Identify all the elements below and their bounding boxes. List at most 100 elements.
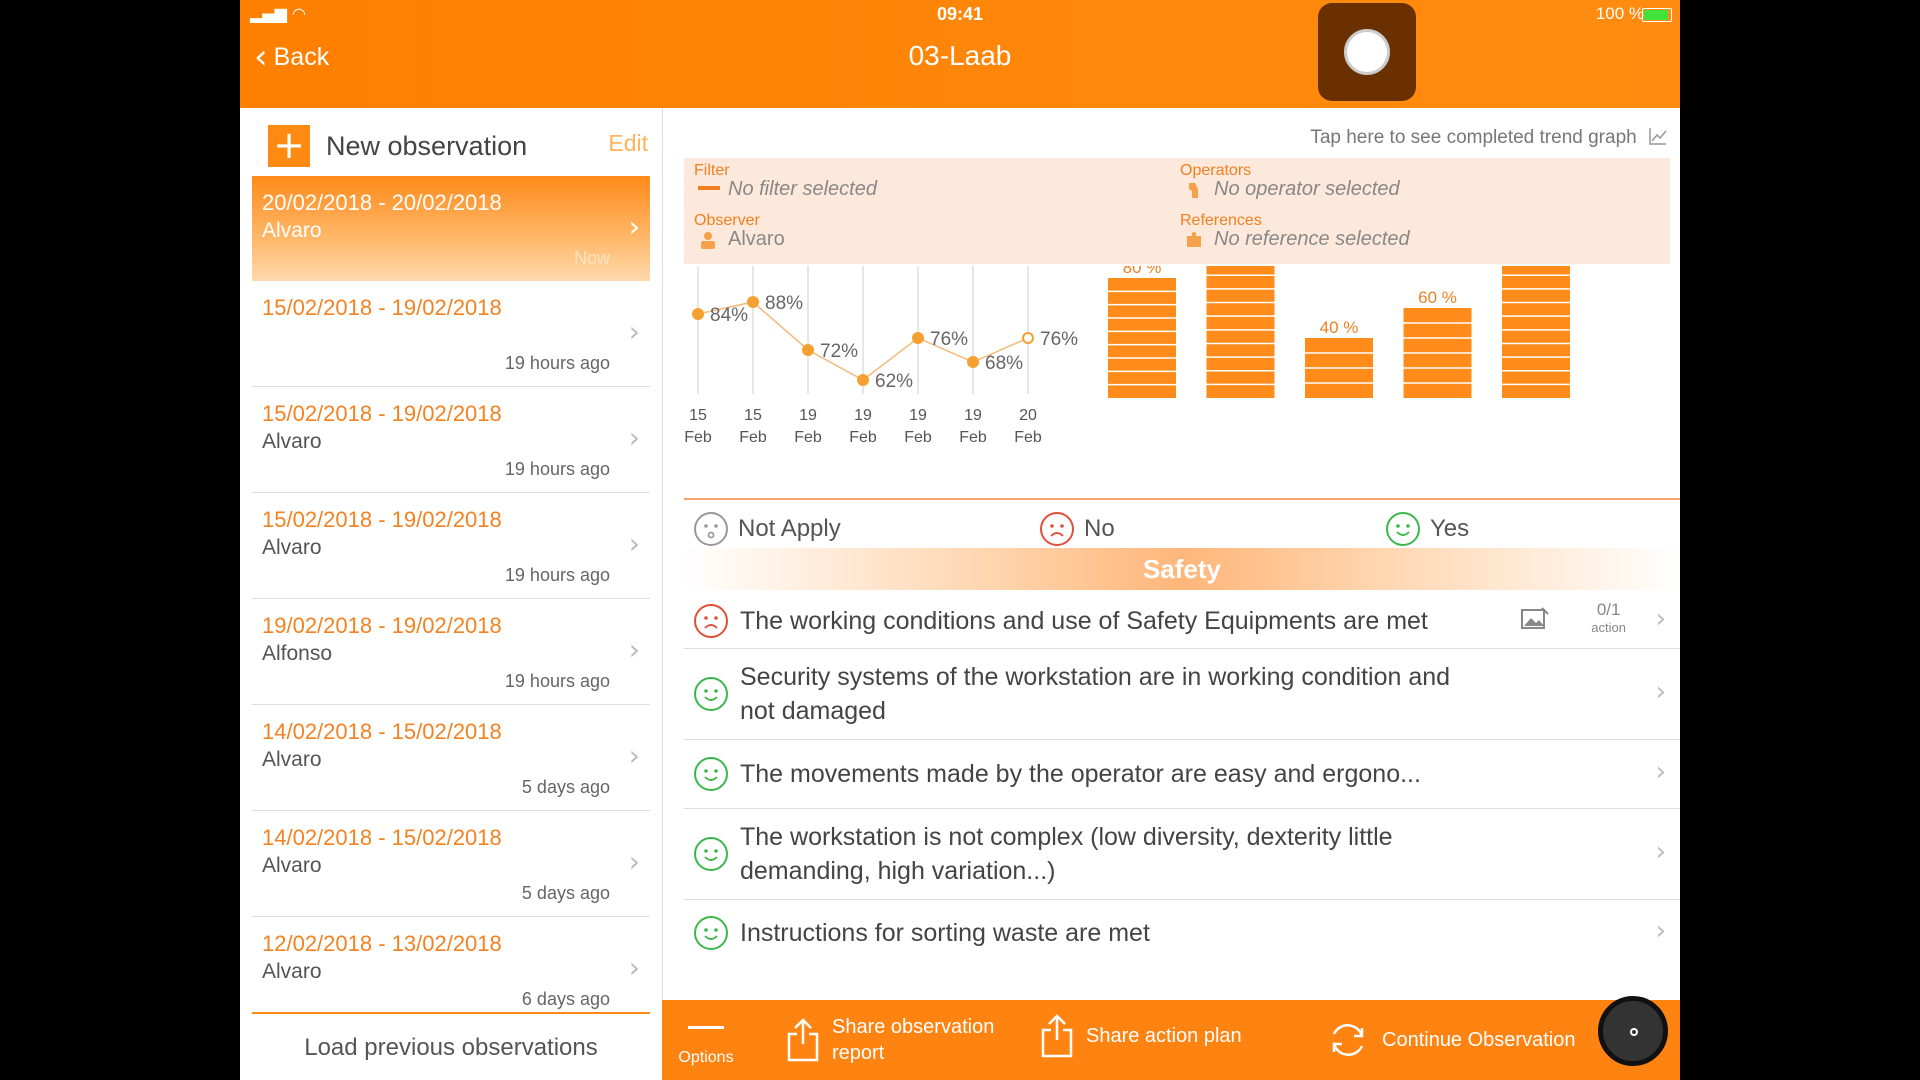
legend-no: No — [1040, 512, 1115, 546]
chevron-right-icon: › — [1655, 757, 1666, 787]
item-date: 20/02/2018 - 20/02/2018 — [262, 190, 502, 215]
app-window: ▂▄▆ ◠ 09:41 100 % ‹ Back 03-Laab + New o… — [240, 0, 1680, 1080]
item-date: 14/02/2018 - 15/02/2018 — [262, 825, 502, 850]
chevron-right-icon: › — [628, 527, 640, 560]
x-tick-label: 19 — [854, 407, 872, 424]
answer-legend: Not Apply No Yes — [684, 502, 1680, 554]
question-text: Instructions for sorting waste are met — [740, 919, 1150, 947]
share-report-label: Share observation report — [832, 1016, 995, 1064]
options-label: Options — [678, 1049, 734, 1066]
data-point — [747, 296, 759, 308]
list-item[interactable]: 14/02/2018 - 15/02/2018 Alvaro 5 days ag… — [252, 811, 650, 917]
operators-value: No operator selected — [1214, 178, 1400, 200]
list-item[interactable]: 20/02/2018 - 20/02/2018 Alvaro Now › — [252, 176, 650, 281]
edit-button[interactable]: Edit — [608, 130, 648, 157]
question-row[interactable]: Instructions for sorting waste are met › — [684, 900, 1680, 968]
question-row[interactable]: The movements made by the operator are e… — [684, 740, 1680, 809]
x-tick-label: 19 — [964, 407, 982, 424]
top-bar: ▂▄▆ ◠ 09:41 100 % ‹ Back 03-Laab — [240, 0, 1680, 108]
trend-line-chart[interactable]: 84%15Feb88%15Feb72%19Feb62%19Feb76%19Feb… — [684, 266, 1680, 504]
item-observer: Alvaro — [262, 536, 322, 559]
item-observer: Alfonso — [262, 642, 333, 665]
image-icon[interactable] — [1520, 606, 1550, 632]
list-item[interactable]: 15/02/2018 - 19/02/2018 Alvaro 19 hours … — [252, 493, 650, 599]
chevron-right-icon: › — [628, 315, 640, 348]
observation-list-panel: + New observation Edit 20/02/2018 - 20/0… — [240, 108, 663, 1080]
menu-bar-icon — [688, 1026, 724, 1029]
filter-value: No filter selected — [728, 178, 877, 200]
section-header-safety: Safety — [684, 548, 1680, 590]
page-title: 03-Laab — [908, 40, 1012, 71]
sad-face-icon — [694, 604, 728, 638]
data-label: 76% — [930, 329, 968, 350]
data-label: 88% — [765, 293, 803, 314]
question-row[interactable]: Security systems of the workstation are … — [684, 649, 1680, 740]
legend-yes-label: Yes — [1430, 515, 1470, 542]
assistive-touch-button[interactable] — [1598, 996, 1668, 1066]
action-count-value: 0/1 — [1596, 600, 1621, 619]
chevron-right-icon: › — [628, 951, 640, 984]
bar — [1502, 266, 1570, 398]
action-count-label: action — [1591, 620, 1626, 635]
happy-face-icon — [1386, 512, 1420, 546]
bar — [1108, 278, 1176, 398]
charts-area: 84% 15 Feb 88% 15 Feb 72% 19 Feb 62% 19 Feb 76% 19 Feb… — [684, 266, 1680, 504]
x-tick-label: Feb — [849, 429, 877, 446]
happy-face-icon — [694, 757, 728, 791]
share-action-plan-button[interactable]: Share action plan — [1040, 1014, 1242, 1058]
share-report-button[interactable]: Share observation report — [786, 1014, 1002, 1066]
minus-icon — [698, 186, 720, 190]
new-observation-button[interactable]: + New observation — [268, 124, 648, 168]
list-item[interactable]: 12/02/2018 - 13/02/2018 Alvaro 6 days ag… — [252, 917, 650, 1022]
person-icon — [701, 232, 715, 249]
load-previous-button[interactable]: Load previous observations — [252, 1012, 650, 1062]
question-text: Security systems of the workstation are … — [740, 663, 1451, 725]
data-point — [692, 308, 704, 320]
observation-list: 20/02/2018 - 20/02/2018 Alvaro Now › 15/… — [252, 176, 650, 1022]
item-observer: Alvaro — [262, 748, 322, 771]
observation-detail-panel: Tap here to see completed trend graph Fi… — [664, 108, 1680, 1000]
item-time-ago: 19 hours ago — [504, 671, 610, 691]
happy-face-icon — [694, 837, 728, 871]
question-text: The workstation is not complex (low dive… — [740, 823, 1393, 885]
trend-chart-icon — [1649, 128, 1667, 145]
data-label: 62% — [875, 371, 913, 392]
chevron-right-icon: › — [1655, 916, 1666, 946]
chevron-right-icon: › — [628, 633, 640, 666]
x-tick-label: 15 — [744, 407, 762, 424]
question-row[interactable]: The working conditions and use of Safety… — [684, 594, 1680, 649]
chevron-right-icon: › — [628, 210, 640, 243]
neutral-face-icon — [694, 512, 728, 546]
item-time-ago: Now — [573, 248, 610, 268]
item-time-ago: 19 hours ago — [504, 565, 610, 585]
share-action-label: Share action plan — [1086, 1025, 1242, 1047]
list-item[interactable]: 19/02/2018 - 19/02/2018 Alfonso 19 hours… — [252, 599, 650, 705]
puzzle-icon — [1187, 232, 1201, 247]
question-text: The movements made by the operator are e… — [740, 760, 1421, 788]
list-item[interactable]: 15/02/2018 - 19/02/2018 19 hours ago › — [252, 281, 650, 387]
list-item[interactable]: 14/02/2018 - 15/02/2018 Alvaro 5 days ag… — [252, 705, 650, 811]
sad-face-icon — [1040, 512, 1074, 546]
item-observer: Alvaro — [262, 219, 322, 242]
x-tick-label: 20 — [1019, 407, 1037, 424]
options-button[interactable]: Options — [676, 1000, 736, 1067]
observer-value: Alvaro — [728, 228, 785, 250]
share-icon — [1041, 1014, 1073, 1058]
data-label: 84% — [710, 305, 748, 326]
continue-observation-button[interactable]: Continue Observation — [1326, 1018, 1575, 1062]
chevron-right-icon: › — [628, 739, 640, 772]
bottom-toolbar: Options Share observation report Share a… — [662, 1000, 1680, 1080]
screen-record-button[interactable] — [1318, 3, 1416, 101]
references-value: No reference selected — [1214, 228, 1410, 250]
divider — [684, 498, 1680, 500]
x-tick-label: 19 — [909, 407, 927, 424]
x-tick-label: Feb — [904, 429, 932, 446]
data-point — [802, 344, 814, 356]
question-row[interactable]: The workstation is not complex (low dive… — [684, 809, 1680, 900]
filters-panel[interactable]: Filter No filter selected Observer Alvar… — [684, 158, 1670, 264]
happy-face-icon — [694, 677, 728, 711]
item-time-ago: 19 hours ago — [504, 353, 610, 373]
list-item[interactable]: 15/02/2018 - 19/02/2018 Alvaro 19 hours … — [252, 387, 650, 493]
legend-not-apply: Not Apply — [694, 512, 841, 546]
trend-graph-link[interactable]: Tap here to see completed trend graph — [1310, 126, 1668, 149]
